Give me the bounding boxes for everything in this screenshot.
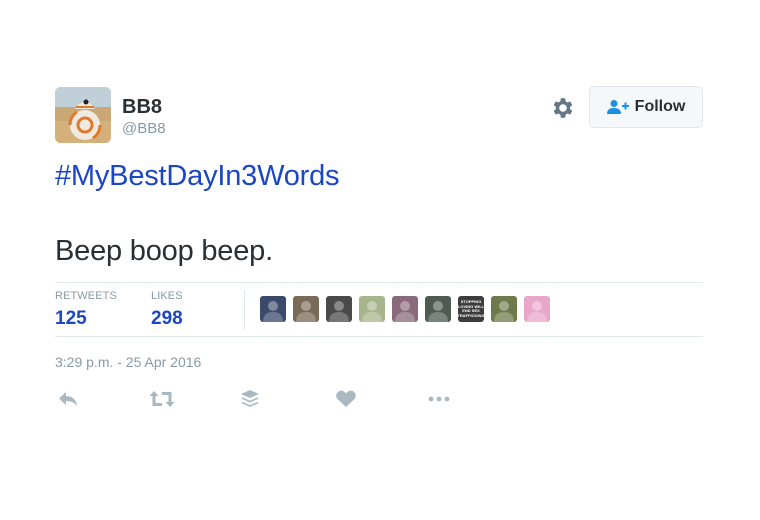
- retweet-icon[interactable]: [149, 389, 175, 411]
- tweet-text: Beep boop beep.: [55, 235, 273, 267]
- stats-divider-bottom: [55, 336, 703, 337]
- person-silhouette-icon: [527, 301, 547, 322]
- stats-separator: [244, 290, 245, 330]
- person-silhouette-icon: [362, 301, 382, 322]
- user-avatar[interactable]: [55, 87, 111, 143]
- retweets-label: RETWEETS: [55, 290, 117, 302]
- liker-avatar[interactable]: [392, 296, 418, 322]
- bb8-avatar-image: [55, 87, 111, 143]
- liker-avatar-text: STOPPING LOVING WILL END SEX TRAFFICKING: [458, 299, 484, 318]
- person-silhouette-icon: [494, 301, 514, 322]
- retweets-count: 125: [55, 308, 87, 329]
- person-silhouette-icon: [428, 301, 448, 322]
- liker-avatar-text-line: TRAFFICKING: [458, 312, 484, 318]
- stats-divider-top: [55, 282, 703, 283]
- person-silhouette-icon: [296, 301, 316, 322]
- add-user-icon: [606, 99, 629, 115]
- liker-avatar[interactable]: [491, 296, 517, 322]
- follow-button[interactable]: Follow: [589, 86, 703, 128]
- like-heart-icon[interactable]: [335, 389, 359, 411]
- liker-avatar[interactable]: [524, 296, 550, 322]
- reply-icon[interactable]: [57, 389, 81, 411]
- likers-avatars: STOPPING LOVING WILL END SEX TRAFFICKING: [260, 296, 557, 322]
- more-icon[interactable]: [426, 389, 450, 411]
- person-silhouette-icon: [395, 301, 415, 322]
- liker-avatar[interactable]: [326, 296, 352, 322]
- tweet-timestamp[interactable]: 3:29 p.m. - 25 Apr 2016: [55, 354, 201, 370]
- hashtag-link[interactable]: #MyBestDayIn3Words: [55, 160, 340, 193]
- likes-stat[interactable]: LIKES 298: [151, 290, 183, 330]
- liker-avatar[interactable]: [293, 296, 319, 322]
- liker-avatar[interactable]: STOPPING LOVING WILL END SEX TRAFFICKING: [458, 296, 484, 322]
- gear-icon[interactable]: [549, 95, 575, 121]
- person-silhouette-icon: [329, 301, 349, 322]
- buffer-icon[interactable]: [240, 389, 264, 411]
- person-silhouette-icon: [263, 301, 283, 322]
- liker-avatar[interactable]: [260, 296, 286, 322]
- liker-avatar[interactable]: [359, 296, 385, 322]
- likes-count: 298: [151, 308, 183, 329]
- user-handle[interactable]: @BB8: [122, 120, 166, 137]
- retweets-stat[interactable]: RETWEETS 125: [55, 290, 117, 330]
- liker-avatar[interactable]: [425, 296, 451, 322]
- follow-label: Follow: [634, 98, 686, 115]
- user-name[interactable]: BB8: [122, 96, 162, 119]
- likes-label: LIKES: [151, 290, 183, 302]
